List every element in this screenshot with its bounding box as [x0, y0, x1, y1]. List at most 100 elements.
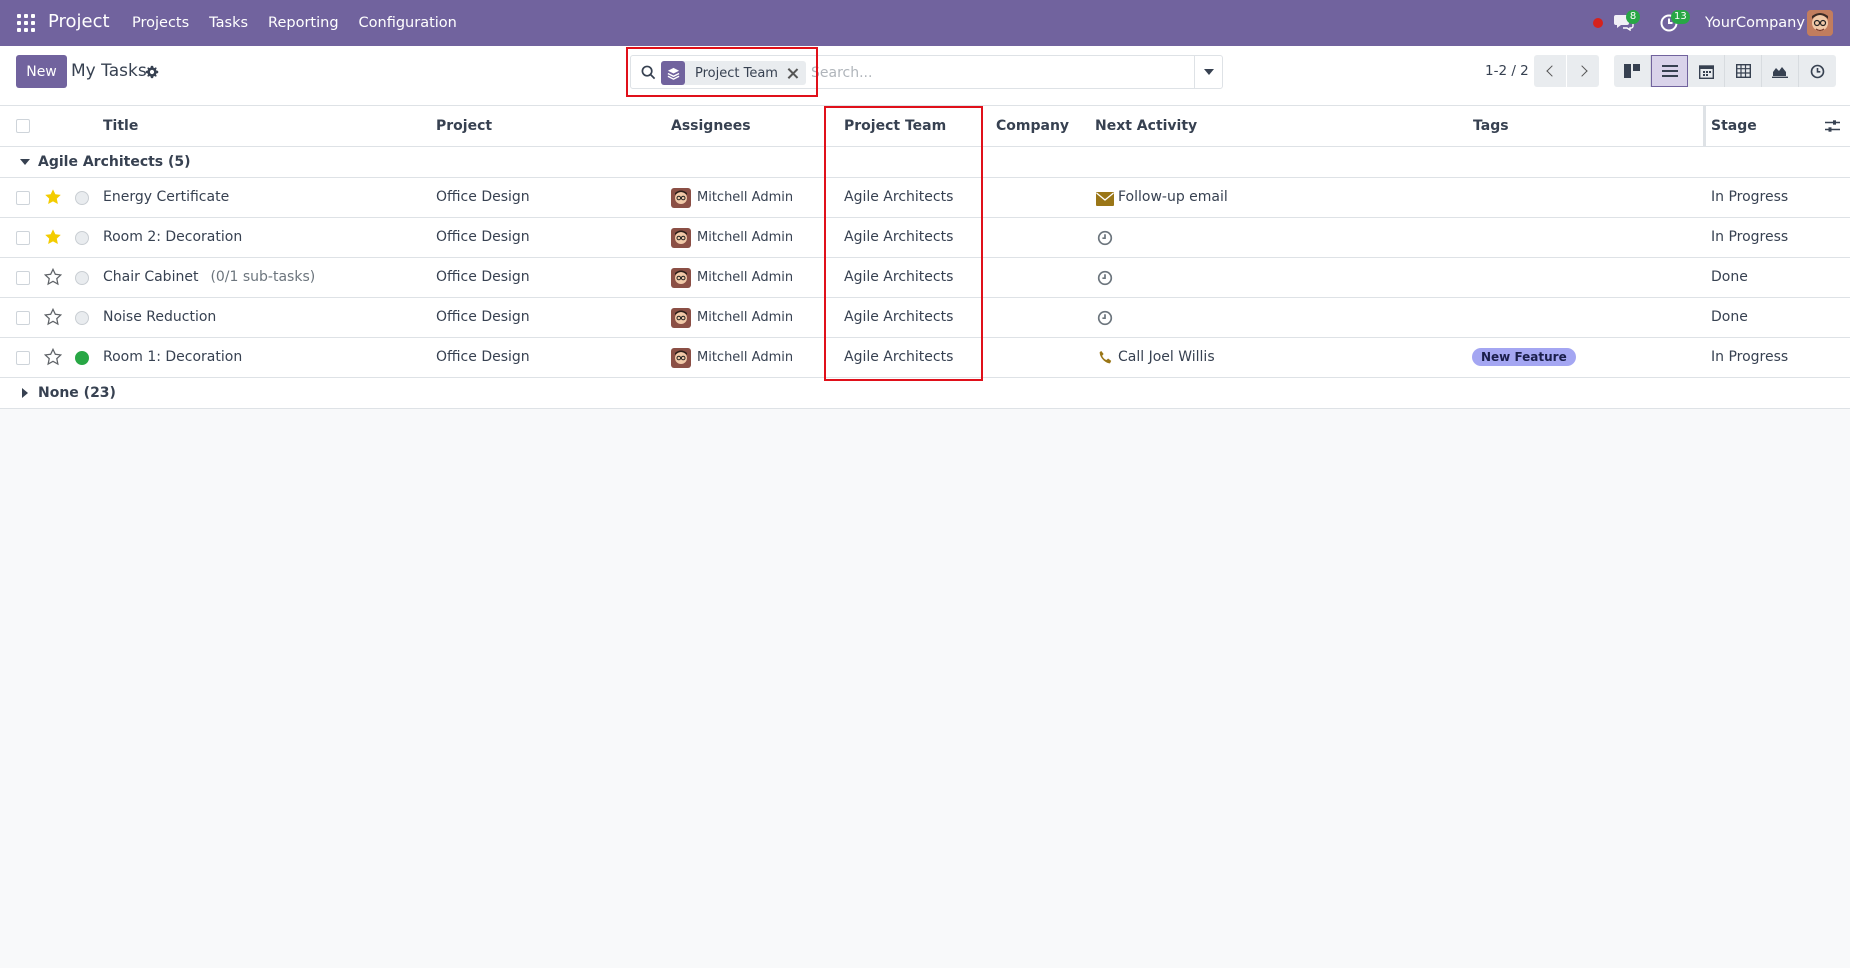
- column-divider[interactable]: [1703, 106, 1706, 146]
- chevron-right-icon: [1575, 65, 1588, 77]
- column-header-tags[interactable]: Tags: [1473, 118, 1509, 134]
- table-row[interactable]: Room 2: Decoration Office Design Mitchel…: [0, 218, 1850, 258]
- table-row[interactable]: Room 1: Decoration Office Design Mitchel…: [0, 338, 1850, 378]
- task-project-team: Agile Architects: [844, 349, 954, 365]
- star-filled-icon[interactable]: [44, 188, 62, 206]
- envelope-icon[interactable]: [1096, 191, 1114, 207]
- column-header-assignees[interactable]: Assignees: [671, 118, 751, 134]
- view-switcher: [1614, 55, 1836, 87]
- star-filled-icon[interactable]: [44, 228, 62, 246]
- clock-icon[interactable]: [1097, 310, 1113, 326]
- task-title: Room 1: Decoration: [103, 349, 242, 365]
- assignee-avatar[interactable]: [671, 308, 691, 328]
- task-project-team: Agile Architects: [844, 189, 954, 205]
- row-checkbox[interactable]: [16, 231, 30, 245]
- assignee-name: Mitchell Admin: [697, 190, 794, 205]
- task-project: Office Design: [436, 309, 530, 325]
- area-chart-icon: [1772, 66, 1788, 78]
- optional-columns-icon[interactable]: [1825, 119, 1840, 133]
- user-avatar[interactable]: [1807, 10, 1833, 36]
- task-project: Office Design: [436, 349, 530, 365]
- kanban-state-dot[interactable]: [75, 351, 89, 365]
- task-stage: In Progress: [1711, 229, 1789, 245]
- list-icon: [1661, 65, 1678, 77]
- row-checkbox[interactable]: [16, 311, 30, 325]
- search-options-toggle[interactable]: [1194, 56, 1222, 88]
- tag-badge[interactable]: New Feature: [1472, 348, 1576, 366]
- column-header-stage[interactable]: Stage: [1711, 118, 1757, 134]
- star-outline-icon[interactable]: [44, 268, 62, 286]
- clock-icon: [1810, 64, 1825, 78]
- menu-configuration[interactable]: Configuration: [349, 15, 467, 31]
- row-checkbox[interactable]: [16, 191, 30, 205]
- assignee-avatar[interactable]: [671, 268, 691, 288]
- caret-down-icon: [20, 159, 30, 165]
- assignee-name: Mitchell Admin: [697, 310, 794, 325]
- phone-icon[interactable]: [1098, 350, 1113, 365]
- calendar-view-button[interactable]: [1688, 55, 1725, 87]
- row-checkbox[interactable]: [16, 351, 30, 365]
- assignee-name: Mitchell Admin: [697, 270, 794, 285]
- column-header-next-activity[interactable]: Next Activity: [1095, 118, 1197, 134]
- activity-view-button[interactable]: [1799, 55, 1836, 87]
- search-highlight-annotation: [626, 47, 818, 97]
- kanban-view-button[interactable]: [1614, 55, 1651, 87]
- company-switcher[interactable]: YourCompany: [1705, 15, 1805, 31]
- table-row[interactable]: Energy Certificate Office Design Mitchel…: [0, 178, 1850, 218]
- chevron-left-icon: [1545, 65, 1558, 77]
- pager-previous-button[interactable]: [1534, 55, 1566, 87]
- calendar-icon: [1698, 64, 1714, 79]
- recording-indicator-icon[interactable]: [1593, 18, 1603, 28]
- kanban-state-dot[interactable]: [75, 311, 89, 325]
- group-row-none[interactable]: None (23): [0, 378, 1850, 409]
- assignee-name: Mitchell Admin: [697, 350, 794, 365]
- column-header-project[interactable]: Project: [436, 118, 492, 134]
- menu-reporting[interactable]: Reporting: [258, 15, 349, 31]
- next-activity-label[interactable]: Follow-up email: [1118, 189, 1228, 205]
- new-button[interactable]: New: [16, 55, 67, 88]
- column-header-company[interactable]: Company: [996, 118, 1069, 134]
- kanban-state-dot[interactable]: [75, 231, 89, 245]
- gear-icon[interactable]: [145, 65, 159, 79]
- assignee-avatar[interactable]: [671, 228, 691, 248]
- control-panel: New My Tasks Project Team 1-2 / 2: [0, 46, 1850, 106]
- table-row[interactable]: Noise Reduction Office Design Mitchell A…: [0, 298, 1850, 338]
- kanban-state-dot[interactable]: [75, 191, 89, 205]
- group-row-agile-architects[interactable]: Agile Architects (5): [0, 147, 1850, 178]
- kanban-state-dot[interactable]: [75, 271, 89, 285]
- column-header-project-team[interactable]: Project Team: [844, 118, 946, 134]
- chat-count-badge: 8: [1626, 10, 1640, 24]
- table-row[interactable]: Chair Cabinet (0/1 sub-tasks) Office Desi…: [0, 258, 1850, 298]
- main-menu: Projects Tasks Reporting Configuration: [122, 15, 467, 31]
- pivot-view-button[interactable]: [1725, 55, 1762, 87]
- select-all-checkbox[interactable]: [16, 119, 30, 133]
- graph-view-button[interactable]: [1762, 55, 1799, 87]
- assignee-avatar[interactable]: [671, 348, 691, 368]
- star-outline-icon[interactable]: [44, 308, 62, 326]
- menu-tasks[interactable]: Tasks: [199, 15, 258, 31]
- task-stage: In Progress: [1711, 349, 1789, 365]
- task-project-team: Agile Architects: [844, 229, 954, 245]
- clock-icon[interactable]: [1097, 270, 1113, 286]
- app-brand[interactable]: Project: [48, 11, 110, 32]
- task-title-text: Chair Cabinet: [103, 269, 199, 285]
- next-activity-label[interactable]: Call Joel Willis: [1118, 349, 1215, 365]
- task-title: Energy Certificate: [103, 189, 229, 205]
- star-outline-icon[interactable]: [44, 348, 62, 366]
- row-checkbox[interactable]: [16, 271, 30, 285]
- pager-next-button[interactable]: [1567, 55, 1599, 87]
- apps-grid-icon[interactable]: [17, 14, 35, 32]
- assignee-name: Mitchell Admin: [697, 230, 794, 245]
- list-view-button[interactable]: [1651, 55, 1688, 87]
- menu-projects[interactable]: Projects: [122, 15, 199, 31]
- pager-value[interactable]: 1-2 / 2: [1485, 63, 1529, 79]
- task-title: Chair Cabinet (0/1 sub-tasks): [103, 269, 315, 285]
- assignee-avatar[interactable]: [671, 188, 691, 208]
- task-title: Noise Reduction: [103, 309, 216, 325]
- column-header-title[interactable]: Title: [103, 118, 138, 134]
- list-header: Title Project Assignees Project Team Com…: [0, 106, 1850, 147]
- search-input[interactable]: [811, 62, 1191, 84]
- clock-icon[interactable]: [1097, 230, 1113, 246]
- task-list: Title Project Assignees Project Team Com…: [0, 106, 1850, 409]
- task-title-text: Room 2: Decoration: [103, 229, 243, 245]
